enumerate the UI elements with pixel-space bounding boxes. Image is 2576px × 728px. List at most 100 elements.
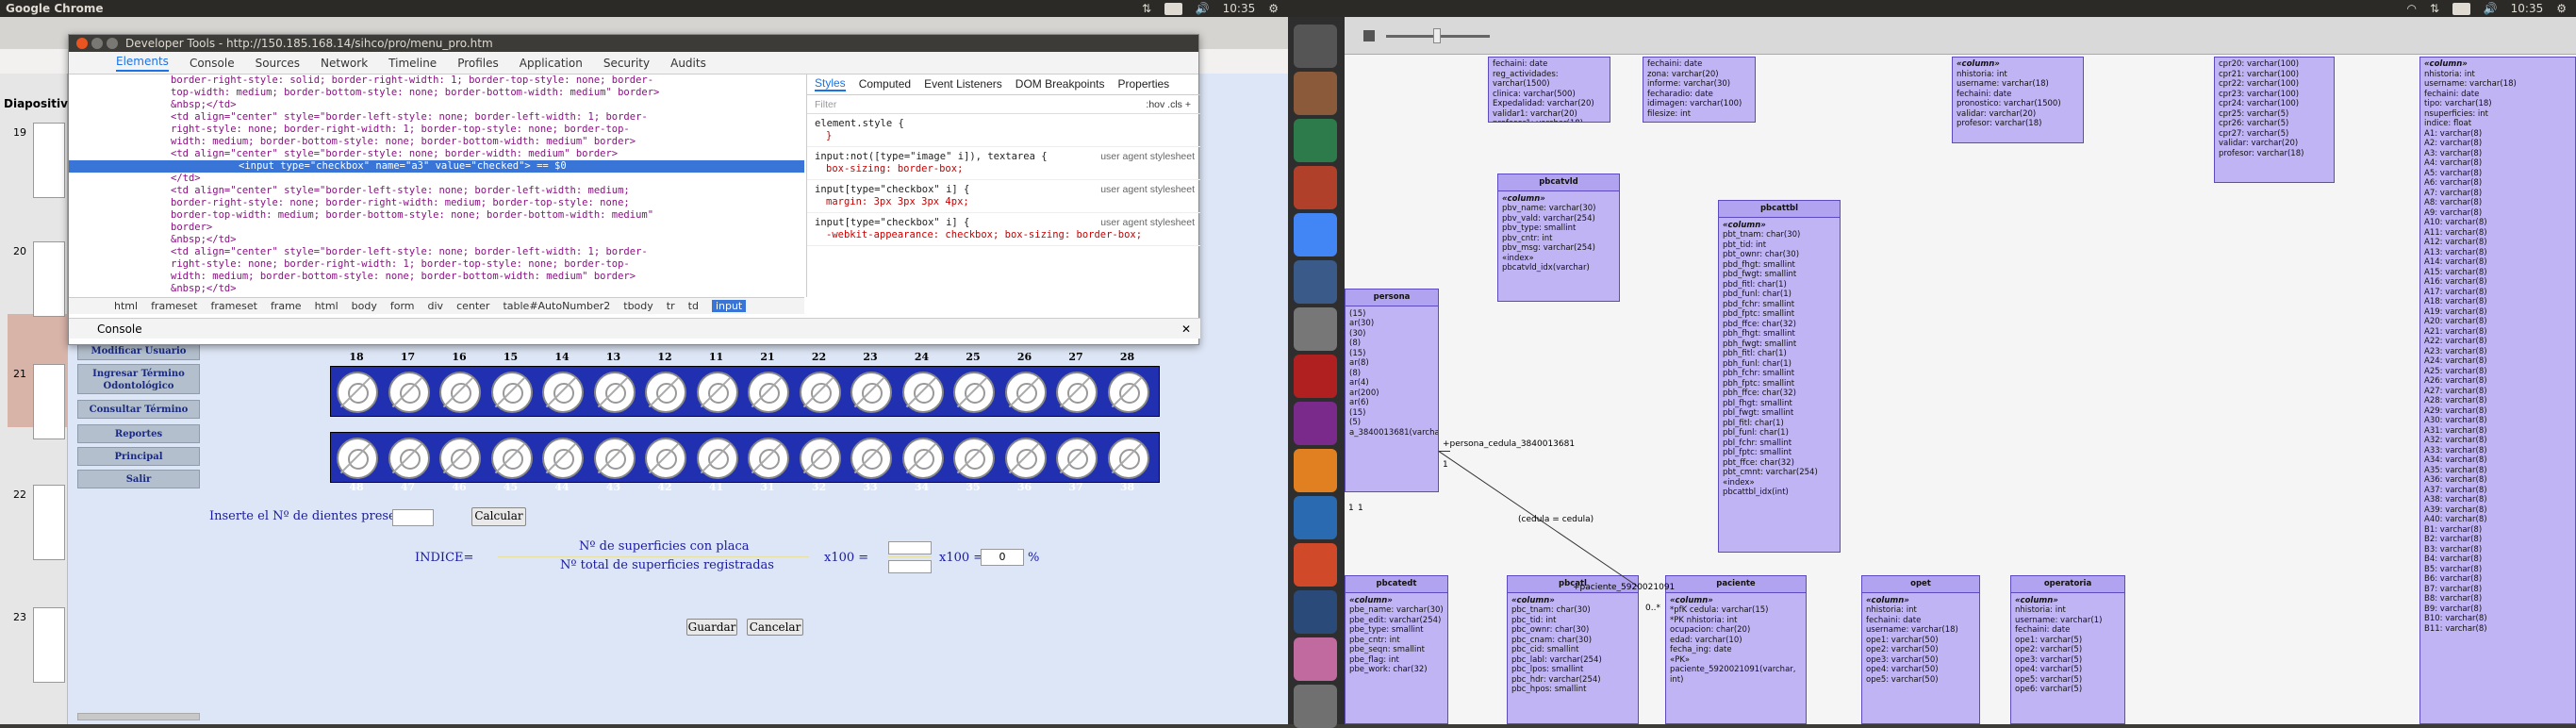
dash-icon[interactable]: [1294, 25, 1337, 68]
app-icon[interactable]: [1294, 637, 1337, 681]
guardar-button[interactable]: Guardar: [686, 619, 737, 636]
er-table-block-2[interactable]: «column» nhistoria: int username: varchar(…: [1952, 57, 2084, 143]
er-table-opet[interactable]: opet «column» nhistoria: int fechaini: date…: [1861, 575, 1980, 724]
devtools-tab[interactable]: Timeline: [388, 57, 437, 70]
dom-code-line[interactable]: <td align="center" style="border-left-st…: [171, 246, 804, 258]
breadcrumb-item[interactable]: frameset: [151, 300, 197, 312]
er-table-block-6[interactable]: «column» nhistoria: int username: varchar(…: [2419, 57, 2576, 724]
devtools-tab[interactable]: Network: [321, 57, 368, 70]
dom-code-line[interactable]: width: medium; border-bottom-style: none…: [171, 271, 804, 283]
styles-tab[interactable]: Styles: [815, 77, 846, 91]
tooth-24[interactable]: [901, 372, 944, 413]
tooth-38[interactable]: [1107, 438, 1149, 479]
breadcrumb-item[interactable]: table#AutoNumber2: [503, 300, 610, 312]
app-icon[interactable]: [1294, 355, 1337, 398]
sound-icon[interactable]: 🔊: [1196, 0, 1210, 17]
tooth-36[interactable]: [1004, 438, 1047, 479]
dom-code-line[interactable]: right-style: none; border-right-width: 1…: [171, 124, 804, 136]
er-table-paciente[interactable]: paciente «column» *pfK cedula: varchar(15)…: [1665, 575, 1807, 724]
atom-icon[interactable]: [1294, 119, 1337, 162]
er-table-persona[interactable]: persona (15) ar(30) (30) (8) (15) ar(8) (8) ar(4…: [1345, 289, 1439, 492]
slide-thumbnail[interactable]: [33, 607, 65, 683]
tooth-14[interactable]: [542, 372, 584, 413]
chrome-icon[interactable]: [1294, 213, 1337, 256]
settings-icon[interactable]: [1294, 166, 1337, 209]
menu-consultar-termino[interactable]: Consultar Término: [77, 400, 200, 419]
tooth-47[interactable]: [388, 438, 430, 479]
styles-filter-input[interactable]: Filter :hov .cls +: [807, 95, 1200, 114]
menu-reportes[interactable]: Reportes: [77, 424, 200, 443]
dom-code-line[interactable]: <input type="checkbox" name="a3" value="…: [69, 160, 804, 173]
tooth-21[interactable]: [748, 372, 789, 413]
er-table-pbcatl[interactable]: pbcatl «column» pbc_tnam: char(30) pbc_tid:…: [1507, 575, 1639, 724]
tooth-34[interactable]: [901, 438, 944, 479]
app-icon[interactable]: [1294, 590, 1337, 634]
result-input[interactable]: 0: [981, 549, 1024, 566]
breadcrumb-item[interactable]: tbody: [623, 300, 653, 312]
tooth-15[interactable]: [490, 372, 533, 413]
tooth-45[interactable]: [490, 438, 533, 479]
console-label[interactable]: Console: [97, 323, 142, 336]
numerator-input[interactable]: [888, 541, 932, 554]
gear-icon[interactable]: ⚙: [2556, 0, 2567, 17]
denominator-input[interactable]: [888, 560, 932, 573]
breadcrumb-item[interactable]: div: [428, 300, 444, 312]
er-table-operatoria[interactable]: operatoria «column» nhistoria: int username…: [2010, 575, 2125, 724]
horizontal-scrollbar[interactable]: [77, 713, 200, 720]
filter-toggles[interactable]: :hov .cls +: [1146, 95, 1191, 114]
network-icon[interactable]: ⇅: [2430, 0, 2439, 17]
tooth-18[interactable]: [337, 372, 378, 413]
slide-thumbnail[interactable]: [33, 123, 65, 198]
breadcrumb-item[interactable]: frame: [271, 300, 302, 312]
er-table-pbcattbl[interactable]: pbcattbl «column» pbt_tnam: char(30) pbt_ti…: [1718, 200, 1841, 553]
breadcrumb-item[interactable]: html: [315, 300, 339, 312]
er-table-block-0[interactable]: fechaini: date reg_actividades: varchar(1…: [1488, 57, 1610, 123]
tooth-23[interactable]: [850, 372, 892, 413]
maximize-icon[interactable]: [107, 38, 118, 49]
dom-code-line[interactable]: </td>: [171, 173, 804, 185]
tooth-35[interactable]: [953, 438, 995, 479]
devtools-tab[interactable]: Elements: [116, 55, 169, 72]
tooth-43[interactable]: [593, 438, 636, 479]
dom-code-line[interactable]: &nbsp;</td>: [171, 99, 804, 111]
dom-code-line[interactable]: <td align="center" style="border-style: …: [171, 148, 804, 160]
breadcrumb-item[interactable]: body: [352, 300, 377, 312]
keyboard-layout[interactable]: En: [1164, 2, 1182, 15]
usb-icon[interactable]: [1294, 307, 1337, 351]
tooth-31[interactable]: [748, 438, 789, 479]
zoom-slider-handle[interactable]: [1433, 28, 1441, 43]
minus-icon[interactable]: [1363, 30, 1375, 41]
dom-code-line[interactable]: &nbsp;</td>: [171, 234, 804, 246]
close-icon[interactable]: ✕: [1181, 319, 1191, 339]
dom-code-line[interactable]: border-right-style: solid; border-right-…: [171, 74, 804, 87]
network-icon[interactable]: ⇅: [1142, 0, 1151, 17]
dom-code-line[interactable]: <td align="center" style="border-left-st…: [171, 185, 804, 197]
console-drawer[interactable]: Console ✕: [69, 318, 1200, 339]
menu-principal[interactable]: Principal: [77, 447, 200, 466]
tooth-28[interactable]: [1107, 372, 1149, 413]
dom-code-line[interactable]: border>: [171, 222, 804, 234]
dom-code-line[interactable]: <td align="center" style="border-left-st…: [171, 111, 804, 124]
app-icon[interactable]: [1294, 402, 1337, 445]
devtools-tab[interactable]: Application: [520, 57, 583, 70]
dom-code-line[interactable]: top-width: medium; border-bottom-style: …: [171, 87, 804, 99]
close-icon[interactable]: [76, 38, 88, 49]
tooth-11[interactable]: [696, 372, 738, 413]
slide-thumbnail[interactable]: [33, 364, 65, 439]
tooth-22[interactable]: [799, 372, 841, 413]
menu-salir[interactable]: Salir: [77, 470, 200, 488]
cancelar-button[interactable]: Cancelar: [747, 619, 803, 636]
tooth-25[interactable]: [953, 372, 995, 413]
clock[interactable]: 10:35: [2511, 0, 2544, 17]
breadcrumb-item[interactable]: input: [711, 300, 747, 312]
breadcrumb-item[interactable]: html: [114, 300, 138, 312]
sublime-icon[interactable]: [1294, 449, 1337, 492]
styles-tab[interactable]: Event Listeners: [924, 78, 1002, 91]
styles-tab[interactable]: DOM Breakpoints: [1016, 78, 1105, 91]
vscode-icon[interactable]: [1294, 496, 1337, 539]
devtools-tab[interactable]: Profiles: [457, 57, 499, 70]
tooth-13[interactable]: [593, 372, 636, 413]
er-table-block-1[interactable]: fechaini: date zona: varchar(20) informe: …: [1643, 57, 1756, 123]
trash-icon[interactable]: [1294, 685, 1337, 728]
styles-tab[interactable]: Properties: [1117, 78, 1169, 91]
